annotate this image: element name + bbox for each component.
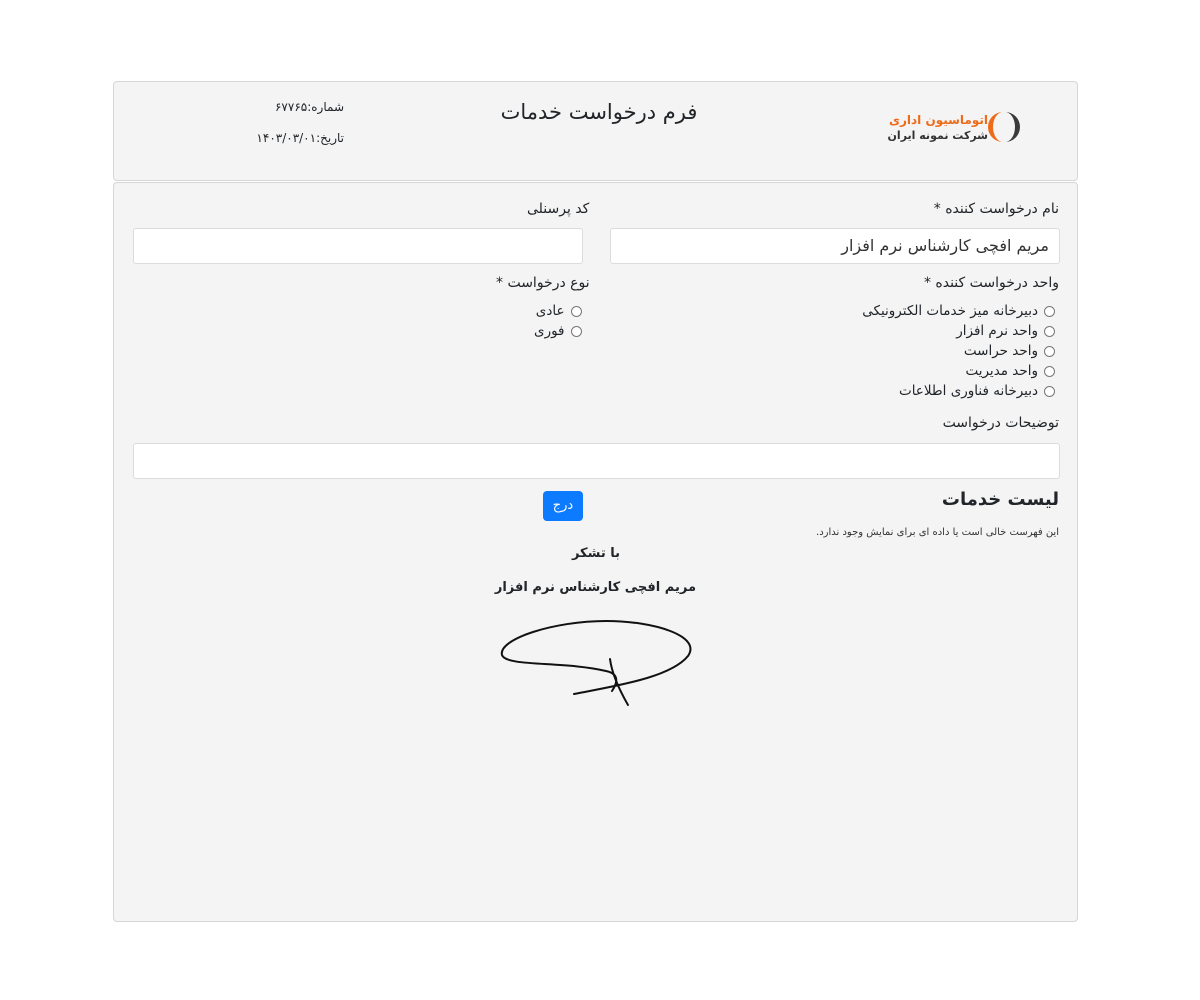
unit-option[interactable]: دبیرخانه میز خدمات الکترونیکی bbox=[862, 301, 1055, 321]
radio-button[interactable] bbox=[570, 305, 582, 317]
unit-option-label: واحد مدیریت bbox=[965, 363, 1038, 379]
request-type-option[interactable]: عادی bbox=[534, 301, 582, 321]
services-list-title: لیست خدمات bbox=[941, 489, 1059, 510]
request-type-label: نوع درخواست * bbox=[496, 275, 590, 291]
signature-image bbox=[500, 619, 692, 706]
unit-option-label: دبیرخانه فناوری اطلاعات bbox=[898, 383, 1038, 399]
radio-button[interactable] bbox=[570, 325, 582, 337]
services-empty-message: این فهرست خالی است یا داده ای برای نمایش… bbox=[816, 527, 1059, 538]
form-number: شماره:۶۷۷۶۵ bbox=[274, 100, 344, 114]
personnel-code-input[interactable] bbox=[133, 228, 583, 264]
requester-unit-label: واحد درخواست کننده * bbox=[923, 275, 1059, 291]
radio-button[interactable] bbox=[1044, 385, 1055, 397]
request-type-option[interactable]: فوری bbox=[534, 321, 582, 341]
company-logo: اتوماسیون اداری شرکت نمونه ایران bbox=[888, 108, 1022, 148]
unit-option[interactable]: واحد حراست bbox=[862, 341, 1055, 361]
logo-title: اتوماسیون اداری bbox=[888, 113, 988, 127]
description-input[interactable] bbox=[133, 443, 1060, 479]
requester-name-label: نام درخواست کننده * bbox=[933, 201, 1059, 217]
signer-name: مریم افچی کارشناس نرم افزار bbox=[494, 580, 696, 595]
radio-button[interactable] bbox=[1044, 325, 1055, 337]
unit-option-label: واحد حراست bbox=[963, 343, 1038, 359]
requester-unit-options: دبیرخانه میز خدمات الکترونیکی واحد نرم ا… bbox=[862, 301, 1055, 401]
request-type-option-label: عادی bbox=[535, 303, 565, 319]
logo-subtitle: شرکت نمونه ایران bbox=[887, 129, 988, 142]
request-type-option-label: فوری bbox=[534, 323, 565, 339]
page-title: فرم درخواست خدمات bbox=[500, 100, 698, 124]
description-label: توضیحات درخواست bbox=[942, 415, 1059, 431]
insert-button[interactable]: درج bbox=[543, 491, 583, 521]
personnel-code-label: کد پرسنلی bbox=[527, 201, 590, 217]
request-type-options: عادی فوری bbox=[534, 301, 582, 341]
unit-option[interactable]: واحد مدیریت bbox=[862, 361, 1055, 381]
form-date: تاریخ:۱۴۰۳/۰۳/۰۱ bbox=[256, 131, 344, 145]
form-body: نام درخواست کننده * مریم افچی کارشناس نر… bbox=[113, 182, 1078, 922]
logo-text: اتوماسیون اداری شرکت نمونه ایران bbox=[888, 112, 988, 144]
radio-button[interactable] bbox=[1044, 365, 1055, 377]
unit-option[interactable]: واحد نرم افزار bbox=[862, 321, 1055, 341]
radio-button[interactable] bbox=[1044, 305, 1055, 317]
requester-name-input[interactable]: مریم افچی کارشناس نرم افزار bbox=[610, 228, 1060, 264]
unit-option-label: واحد نرم افزار bbox=[956, 323, 1038, 339]
logo-icon bbox=[988, 112, 1020, 142]
radio-button[interactable] bbox=[1044, 345, 1055, 357]
form-header: اتوماسیون اداری شرکت نمونه ایران فرم درخ… bbox=[113, 81, 1078, 181]
unit-option[interactable]: دبیرخانه فناوری اطلاعات bbox=[862, 381, 1055, 401]
unit-option-label: دبیرخانه میز خدمات الکترونیکی bbox=[862, 303, 1038, 319]
closing-thanks: با تشکر bbox=[571, 546, 621, 561]
